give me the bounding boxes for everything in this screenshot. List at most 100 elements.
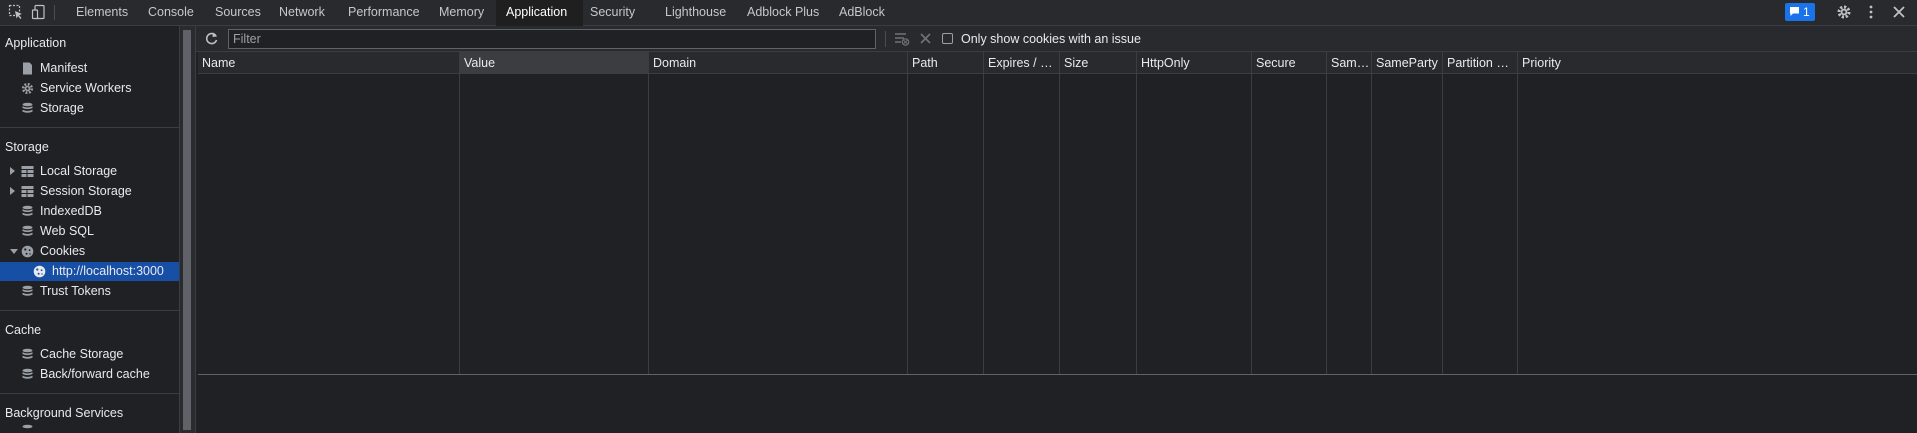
document-icon bbox=[23, 62, 32, 75]
column-header-samesite[interactable]: SameS... bbox=[1326, 52, 1371, 73]
sidebar-item-cookies[interactable]: Cookies bbox=[0, 242, 179, 261]
gear-icon bbox=[21, 82, 34, 95]
column-header-expires[interactable]: Expires / Max... bbox=[983, 52, 1059, 73]
cookies-panel: Only show cookies with an issue Name Val… bbox=[196, 26, 1917, 433]
sidebar-item-storage-overview[interactable]: Storage bbox=[0, 99, 179, 118]
column-header-domain[interactable]: Domain bbox=[648, 52, 907, 73]
column-header-sameparty[interactable]: SameParty bbox=[1371, 52, 1442, 73]
sidebar-item-label: IndexedDB bbox=[40, 204, 102, 218]
column-divider bbox=[1517, 74, 1518, 374]
cookies-table: Name Value Domain Path Expires / Max... … bbox=[198, 52, 1917, 375]
tab-application[interactable]: Application bbox=[496, 0, 583, 26]
column-divider bbox=[1251, 74, 1252, 374]
sidebar-heading-background-services: Background Services bbox=[5, 406, 124, 420]
sidebar-item-indexeddb[interactable]: IndexedDB bbox=[0, 202, 179, 221]
column-header-size[interactable]: Size bbox=[1059, 52, 1136, 73]
table-header: Name Value Domain Path Expires / Max... … bbox=[198, 52, 1917, 74]
sidebar-item-back-forward-cache[interactable]: Back/forward cache bbox=[0, 365, 179, 384]
sidebar-item-label: Web SQL bbox=[40, 224, 94, 238]
sidebar-item-label: Storage bbox=[40, 101, 84, 115]
sidebar-item-label: Service Workers bbox=[40, 81, 132, 95]
column-divider bbox=[1442, 74, 1443, 374]
sidebar-heading-application: Application bbox=[5, 36, 67, 50]
tab-adblock[interactable]: AdBlock bbox=[829, 0, 895, 25]
sidebar-item-cookie-origin[interactable]: http://localhost:3000 bbox=[0, 262, 179, 281]
cookie-icon bbox=[33, 265, 46, 278]
issues-counter-button[interactable]: 1 bbox=[1785, 3, 1815, 21]
column-divider bbox=[983, 74, 984, 374]
toolbar-divider bbox=[54, 5, 55, 20]
column-header-httponly[interactable]: HttpOnly bbox=[1136, 52, 1251, 73]
issues-count: 1 bbox=[1803, 5, 1810, 19]
sidebar-item-cache-storage[interactable]: Cache Storage bbox=[0, 345, 179, 364]
tab-network[interactable]: Network bbox=[269, 0, 335, 25]
sidebar-item-label: Session Storage bbox=[40, 184, 132, 198]
column-header-partition-key[interactable]: Partition Key bbox=[1442, 52, 1517, 73]
tab-performance[interactable]: Performance bbox=[338, 0, 430, 25]
column-header-priority[interactable]: Priority bbox=[1517, 52, 1917, 73]
only-issues-checkbox[interactable] bbox=[942, 33, 953, 44]
tab-security[interactable]: Security bbox=[580, 0, 645, 25]
database-icon bbox=[22, 225, 33, 236]
database-icon bbox=[22, 368, 33, 379]
column-divider bbox=[907, 74, 908, 374]
column-header-name[interactable]: Name bbox=[198, 52, 459, 73]
scrollbar-thumb[interactable] bbox=[183, 30, 191, 430]
tab-adblock-plus[interactable]: Adblock Plus bbox=[737, 0, 829, 25]
sidebar-item-label: Local Storage bbox=[40, 164, 118, 178]
cookies-toolbar: Only show cookies with an issue bbox=[196, 26, 1917, 52]
tab-sources[interactable]: Sources bbox=[205, 0, 271, 25]
clear-all-cookies-icon[interactable] bbox=[919, 32, 932, 45]
cookie-preview-pane bbox=[198, 375, 1917, 433]
sidebar-item-label: Cookies bbox=[40, 244, 86, 258]
database-icon bbox=[22, 102, 33, 113]
cookie-icon bbox=[21, 245, 34, 258]
column-divider bbox=[1326, 74, 1327, 374]
expand-arrow-icon[interactable] bbox=[10, 167, 15, 175]
refresh-icon[interactable] bbox=[204, 31, 219, 46]
sidebar-heading-storage: Storage bbox=[5, 140, 49, 154]
sidebar-item-manifest[interactable]: Manifest bbox=[0, 59, 179, 78]
collapse-arrow-icon[interactable] bbox=[10, 249, 18, 254]
sidebar-item-trust-tokens[interactable]: Trust Tokens bbox=[0, 282, 179, 301]
table-grid-icon bbox=[21, 186, 34, 197]
clear-filtered-cookies-icon[interactable] bbox=[894, 32, 910, 46]
sidebar-item-service-workers[interactable]: Service Workers bbox=[0, 79, 179, 98]
database-icon bbox=[22, 424, 33, 429]
sidebar-item-web-sql[interactable]: Web SQL bbox=[0, 222, 179, 241]
tab-memory[interactable]: Memory bbox=[429, 0, 494, 25]
sidebar-item-label: Cache Storage bbox=[40, 347, 124, 361]
database-icon bbox=[22, 205, 33, 216]
settings-gear-icon[interactable] bbox=[1836, 4, 1852, 20]
tab-elements[interactable]: Elements bbox=[66, 0, 138, 25]
close-devtools-icon[interactable] bbox=[1891, 4, 1907, 20]
inspect-element-icon[interactable] bbox=[8, 4, 24, 20]
sidebar-item-local-storage[interactable]: Local Storage bbox=[0, 162, 179, 181]
application-sidebar: Application Manifest Service Workers Sto… bbox=[0, 26, 180, 433]
toolbar-divider bbox=[885, 31, 886, 47]
sidebar-item-label: Manifest bbox=[40, 61, 88, 75]
sidebar-item-label: Trust Tokens bbox=[40, 284, 111, 298]
expand-arrow-icon[interactable] bbox=[10, 187, 15, 195]
column-header-path[interactable]: Path bbox=[907, 52, 983, 73]
table-grid-icon bbox=[21, 166, 34, 177]
column-divider bbox=[1371, 74, 1372, 374]
sidebar-item-label: Back/forward cache bbox=[40, 367, 150, 381]
sidebar-divider bbox=[0, 393, 179, 394]
issue-chat-icon bbox=[1790, 7, 1799, 16]
tab-console[interactable]: Console bbox=[138, 0, 204, 25]
column-divider bbox=[459, 74, 460, 374]
device-toolbar-icon[interactable] bbox=[31, 4, 47, 20]
column-divider bbox=[1059, 74, 1060, 374]
column-header-secure[interactable]: Secure bbox=[1251, 52, 1326, 73]
sidebar-divider bbox=[0, 310, 179, 311]
column-header-value[interactable]: Value bbox=[459, 52, 648, 73]
tab-lighthouse[interactable]: Lighthouse bbox=[655, 0, 736, 25]
filter-input[interactable] bbox=[228, 29, 876, 49]
sidebar-heading-cache: Cache bbox=[5, 323, 42, 337]
more-options-icon[interactable] bbox=[1863, 4, 1879, 20]
database-icon bbox=[22, 348, 33, 359]
sidebar-resize-splitter[interactable] bbox=[180, 26, 196, 433]
sidebar-item-session-storage[interactable]: Session Storage bbox=[0, 182, 179, 201]
sidebar-divider bbox=[0, 127, 179, 128]
